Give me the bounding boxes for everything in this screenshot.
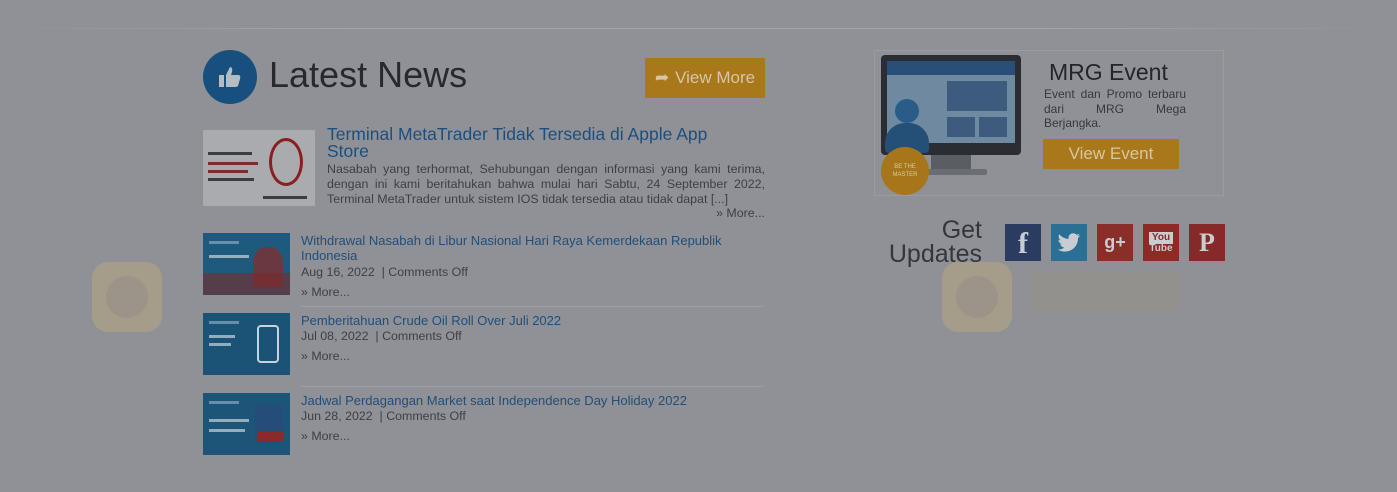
article-meta: Jul 08, 2022 | Comments Off: [301, 329, 462, 343]
article-thumbnail[interactable]: [203, 233, 290, 295]
more-link[interactable]: » More...: [301, 285, 350, 299]
view-event-button[interactable]: View Event: [1043, 139, 1179, 169]
twitter-icon[interactable]: [1051, 224, 1087, 261]
get-updates-line2: Updates: [888, 240, 982, 268]
google-plus-icon[interactable]: g+: [1097, 224, 1133, 261]
featured-article: Terminal MetaTrader Tidak Tersedia di Ap…: [203, 125, 765, 226]
featured-more-link[interactable]: » More...: [716, 206, 765, 220]
article-comments: Comments Off: [382, 329, 462, 343]
article-date: Aug 16, 2022: [301, 265, 375, 279]
article-comments: Comments Off: [386, 409, 466, 423]
watermark-logo: [942, 262, 1012, 332]
article-date: Jun 28, 2022: [301, 409, 373, 423]
share-arrow-icon: ➦: [654, 68, 670, 87]
article-thumbnail[interactable]: [203, 393, 290, 455]
article-meta: Jun 28, 2022 | Comments Off: [301, 409, 466, 423]
youtube-icon[interactable]: You Tube: [1143, 224, 1179, 261]
be-the-master-badge: BE THE MASTER: [881, 147, 929, 195]
pinterest-icon[interactable]: P: [1189, 224, 1225, 261]
section-title: Latest News: [269, 54, 468, 95]
list-item: Pemberitahuan Crude Oil Roll Over Juli 2…: [203, 313, 765, 377]
list-item: Jadwal Perdagangan Market saat Independe…: [203, 393, 765, 457]
thumbs-up-icon: [203, 50, 257, 104]
event-description: Event dan Promo terbaru dari MRG Mega Be…: [1044, 87, 1186, 130]
event-promo-box: BE THE MASTER MRG Event Event dan Promo …: [874, 50, 1224, 196]
divider: [301, 306, 763, 307]
article-title-link[interactable]: Jadwal Perdagangan Market saat Independe…: [301, 393, 761, 408]
facebook-icon[interactable]: f: [1005, 224, 1041, 261]
more-link[interactable]: » More...: [301, 349, 350, 363]
more-link[interactable]: » More...: [301, 429, 350, 443]
social-links: f g+ You Tube P: [1005, 224, 1225, 261]
divider: [301, 386, 763, 387]
view-more-button[interactable]: ➦ View More: [645, 58, 765, 98]
featured-article-excerpt: Nasabah yang terhormat, Sehubungan denga…: [327, 162, 765, 206]
get-updates-heading: Get Updates: [876, 216, 982, 268]
get-updates-line1: Get: [941, 216, 982, 244]
top-divider: [0, 28, 1397, 29]
article-thumbnail[interactable]: [203, 313, 290, 375]
featured-article-title-link[interactable]: Terminal MetaTrader Tidak Tersedia di Ap…: [327, 125, 747, 160]
article-meta: Aug 16, 2022 | Comments Off: [301, 265, 468, 279]
article-comments: Comments Off: [388, 265, 468, 279]
list-item: Withdrawal Nasabah di Libur Nasional Har…: [203, 233, 765, 303]
article-title-link[interactable]: Pemberitahuan Crude Oil Roll Over Juli 2…: [301, 313, 761, 328]
featured-article-thumbnail[interactable]: [203, 130, 315, 206]
event-title: MRG Event: [1049, 59, 1168, 85]
watermark-logo: [92, 262, 162, 332]
article-title-link[interactable]: Withdrawal Nasabah di Libur Nasional Har…: [301, 233, 761, 263]
view-more-label: View More: [675, 68, 756, 87]
article-date: Jul 08, 2022: [301, 329, 369, 343]
watermark-text: [1030, 272, 1180, 312]
